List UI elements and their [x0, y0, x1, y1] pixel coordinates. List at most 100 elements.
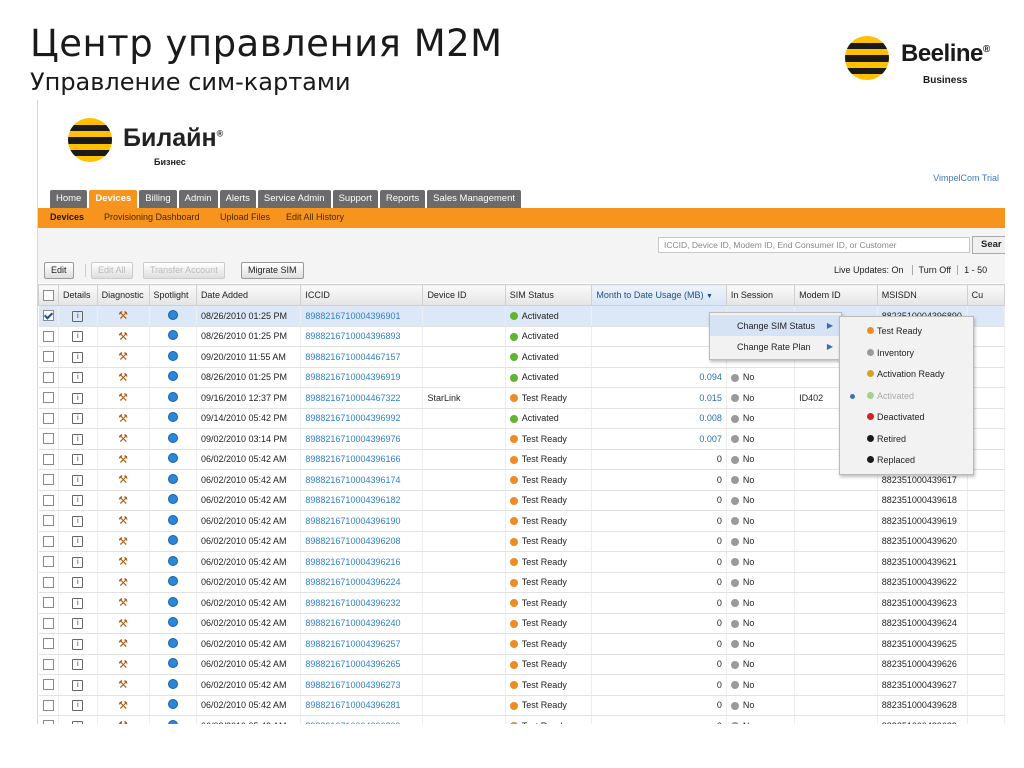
spotlight-icon[interactable]: [167, 699, 178, 710]
iccid-link[interactable]: 8988216710004396992: [300, 408, 424, 429]
diagnostic-tools-icon[interactable]: ⚒: [118, 453, 128, 466]
spotlight-icon[interactable]: [167, 678, 178, 689]
select-all-checkbox[interactable]: [43, 289, 54, 301]
turn-off-link[interactable]: Turn Off: [911, 265, 952, 275]
status-option-test-ready[interactable]: Test Ready: [840, 320, 973, 341]
table-row[interactable]: i ⚒ 06/02/2010 05:42 AM 8988216710004396273…: [38, 674, 1005, 696]
spotlight-icon[interactable]: [167, 514, 178, 525]
iccid-link[interactable]: 8988216710004396240: [300, 613, 424, 634]
iccid-link[interactable]: 8988216710004396216: [300, 551, 424, 573]
col-modem-id[interactable]: Modem ID: [794, 284, 878, 306]
spotlight-icon[interactable]: [167, 432, 178, 443]
table-row[interactable]: i ⚒ 06/02/2010 05:42 AM 8988216710004396182…: [38, 490, 1005, 511]
spotlight-cell[interactable]: [149, 633, 197, 655]
details-cell[interactable]: i: [58, 346, 98, 368]
spotlight-icon[interactable]: [167, 637, 178, 648]
col-in-session[interactable]: In Session: [725, 284, 796, 306]
diagnostic-cell[interactable]: ⚒: [97, 674, 150, 696]
spotlight-icon[interactable]: [167, 473, 178, 484]
details-cell[interactable]: i: [58, 695, 98, 716]
table-row[interactable]: i ⚒ 06/02/2010 05:42 AM 8988216710004396208…: [38, 531, 1005, 552]
status-option-replaced[interactable]: Replaced: [840, 449, 973, 470]
row-checkbox-cell[interactable]: [38, 469, 59, 491]
col-select-all[interactable]: [38, 284, 59, 306]
diagnostic-cell[interactable]: ⚒: [97, 654, 150, 675]
diagnostic-tools-icon[interactable]: ⚒: [118, 576, 128, 589]
tab-billing[interactable]: Billing: [139, 190, 177, 208]
row-checkbox[interactable]: [42, 617, 54, 629]
row-checkbox-cell[interactable]: [38, 531, 59, 552]
diagnostic-cell[interactable]: ⚒: [97, 572, 150, 593]
row-checkbox[interactable]: [42, 371, 54, 383]
menu-change-sim-status[interactable]: Change SIM Status ▶: [710, 315, 841, 336]
row-checkbox-cell[interactable]: [38, 592, 59, 614]
details-cell[interactable]: i: [58, 490, 98, 511]
spotlight-icon[interactable]: [167, 555, 178, 566]
details-cell[interactable]: i: [58, 305, 98, 327]
iccid-link[interactable]: 8988216710004396182: [300, 490, 424, 511]
diagnostic-cell[interactable]: ⚒: [97, 695, 150, 716]
spotlight-cell[interactable]: [149, 346, 197, 368]
row-checkbox-cell[interactable]: [38, 510, 59, 532]
iccid-link[interactable]: 8988216710004396174: [300, 469, 424, 491]
spotlight-icon[interactable]: [167, 617, 178, 628]
details-icon[interactable]: i: [72, 392, 84, 404]
row-checkbox[interactable]: [42, 658, 54, 670]
iccid-link[interactable]: 8988216710004467157: [300, 346, 424, 368]
diagnostic-cell[interactable]: ⚒: [97, 715, 150, 724]
menu-change-rate-plan[interactable]: Change Rate Plan ▶: [710, 336, 841, 357]
diagnostic-tools-icon[interactable]: ⚒: [118, 309, 128, 322]
spotlight-cell[interactable]: [149, 551, 197, 573]
row-checkbox-cell[interactable]: [38, 633, 59, 655]
iccid-link[interactable]: 8988216710004467322: [300, 387, 424, 409]
spotlight-cell[interactable]: [149, 428, 197, 450]
diagnostic-tools-icon[interactable]: ⚒: [118, 535, 128, 548]
table-row[interactable]: i ⚒ 06/02/2010 05:42 AM 8988216710004396257…: [38, 633, 1005, 655]
edit-all-button[interactable]: Edit All: [91, 262, 133, 279]
spotlight-icon[interactable]: [167, 576, 178, 587]
diagnostic-cell[interactable]: ⚒: [97, 613, 150, 634]
row-checkbox[interactable]: [42, 720, 54, 724]
subnav-provisioning-dashboard[interactable]: Provisioning Dashboard: [104, 212, 200, 222]
diagnostic-cell[interactable]: ⚒: [97, 367, 150, 388]
spotlight-icon[interactable]: [167, 350, 178, 361]
transfer-account-button[interactable]: Transfer Account: [143, 262, 225, 279]
status-option-retired[interactable]: Retired: [840, 428, 973, 449]
row-checkbox[interactable]: [42, 535, 54, 547]
spotlight-cell[interactable]: [149, 367, 197, 388]
spotlight-icon[interactable]: [167, 391, 178, 402]
row-checkbox-cell[interactable]: [38, 613, 59, 634]
table-row[interactable]: i ⚒ 06/02/2010 05:42 AM 8988216710004396281…: [38, 695, 1005, 716]
details-cell[interactable]: i: [58, 428, 98, 450]
tab-home[interactable]: Home: [50, 190, 88, 208]
spotlight-cell[interactable]: [149, 387, 197, 409]
diagnostic-tools-icon[interactable]: ⚒: [118, 555, 128, 568]
diagnostic-cell[interactable]: ⚒: [97, 428, 150, 450]
diagnostic-cell[interactable]: ⚒: [97, 387, 150, 409]
diagnostic-cell[interactable]: ⚒: [97, 510, 150, 532]
row-checkbox[interactable]: [42, 494, 54, 506]
details-cell[interactable]: i: [58, 551, 98, 573]
row-checkbox[interactable]: [42, 412, 54, 424]
diagnostic-tools-icon[interactable]: ⚒: [118, 473, 128, 486]
diagnostic-tools-icon[interactable]: ⚒: [118, 658, 128, 671]
details-cell[interactable]: i: [58, 592, 98, 614]
details-icon[interactable]: i: [72, 720, 84, 724]
spotlight-cell[interactable]: [149, 613, 197, 634]
diagnostic-tools-icon[interactable]: ⚒: [118, 350, 128, 363]
account-link[interactable]: VimpelCom Trial: [933, 173, 999, 183]
details-icon[interactable]: i: [72, 618, 84, 630]
table-row[interactable]: i ⚒ 06/02/2010 05:42 AM 8988216710004396224…: [38, 572, 1005, 593]
iccid-link[interactable]: 8988216710004396232: [300, 592, 424, 614]
row-checkbox-cell[interactable]: [38, 715, 59, 724]
row-checkbox[interactable]: [42, 699, 54, 711]
tab-admin[interactable]: Admin: [178, 190, 218, 208]
diagnostic-tools-icon[interactable]: ⚒: [118, 637, 128, 650]
row-checkbox-cell[interactable]: [38, 305, 59, 327]
details-icon[interactable]: i: [72, 536, 84, 548]
details-icon[interactable]: i: [72, 577, 84, 589]
iccid-link[interactable]: 8988216710004396299: [300, 715, 424, 724]
row-checkbox[interactable]: [42, 515, 54, 527]
details-icon[interactable]: i: [72, 413, 84, 425]
diagnostic-tools-icon[interactable]: ⚒: [118, 412, 128, 425]
